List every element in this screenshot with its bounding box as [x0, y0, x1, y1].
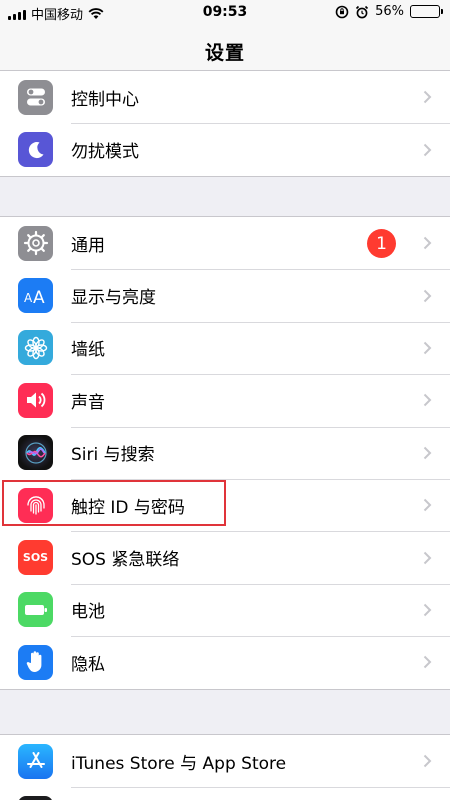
- settings-row-sounds[interactable]: 声音: [0, 374, 450, 426]
- rotation-lock-icon: [335, 5, 349, 18]
- moon-icon: [18, 132, 53, 168]
- battery-icon: [410, 5, 443, 18]
- settings-row-display-brightness[interactable]: A A 显示与亮度: [0, 269, 450, 321]
- settings-row-wallpaper[interactable]: 墙纸: [0, 321, 450, 374]
- siri-icon: [18, 435, 53, 471]
- settings-group-2: 通用 1 A A 显示与亮度 墙纸 声音 Siri 与搜索 触控 ID 与密码 …: [0, 216, 450, 690]
- settings-row-label: 触控 ID 与密码: [71, 497, 185, 518]
- chevron-right-icon: [423, 754, 432, 768]
- speaker-icon: [18, 382, 53, 418]
- svg-text:A: A: [33, 288, 45, 306]
- status-bar: 中国移动 09:53 56%: [0, 0, 450, 26]
- chevron-right-icon: [423, 551, 432, 564]
- settings-row-partial[interactable]: [0, 787, 450, 800]
- chevron-right-icon: [423, 446, 432, 459]
- settings-row-label: SOS 紧急联络: [71, 550, 180, 571]
- chevron-right-icon: [423, 603, 432, 617]
- chevron-right-icon: [423, 143, 432, 156]
- partial-app-icon: [18, 796, 53, 800]
- text-size-icon: A A: [18, 278, 53, 314]
- settings-group-1: 控制中心 勿扰模式: [0, 70, 450, 177]
- settings-row-label: 电池: [71, 602, 105, 623]
- chevron-right-icon: [423, 289, 432, 302]
- chevron-right-icon: [423, 498, 432, 512]
- battery-percent: 56%: [375, 4, 404, 19]
- chevron-right-icon: [423, 394, 432, 407]
- svg-text:A: A: [24, 291, 33, 305]
- alarm-icon: [356, 5, 369, 18]
- page-title: 设置: [204, 42, 245, 64]
- chevron-right-icon: [423, 656, 432, 669]
- settings-row-control-center[interactable]: 控制中心: [0, 71, 450, 123]
- settings-row-label: 显示与亮度: [71, 288, 156, 309]
- flower-icon: [18, 330, 53, 366]
- battery-icon: [18, 592, 53, 628]
- chevron-right-icon: [423, 236, 432, 250]
- settings-row-label: 勿扰模式: [71, 142, 139, 163]
- settings-row-label: 隐私: [71, 654, 105, 675]
- status-right: 56%: [335, 4, 443, 19]
- settings-row-label: iTunes Store 与 App Store: [71, 753, 287, 774]
- settings-row-emergency-sos[interactable]: SOS SOS 紧急联络: [0, 531, 450, 583]
- control-center-icon: [18, 79, 53, 115]
- settings-row-siri-search[interactable]: Siri 与搜索: [0, 426, 450, 479]
- fingerprint-icon: [18, 487, 53, 523]
- settings-row-label: Siri 与搜索: [71, 445, 155, 466]
- settings-row-privacy[interactable]: 隐私: [0, 636, 450, 688]
- chevron-right-icon: [423, 90, 432, 104]
- notification-badge: 1: [367, 229, 396, 259]
- gear-icon: [18, 225, 53, 261]
- settings-row-label: 控制中心: [71, 89, 139, 110]
- sos-icon: SOS: [18, 540, 53, 576]
- settings-row-label: 墙纸: [71, 340, 105, 361]
- settings-row-general[interactable]: 通用 1: [0, 217, 450, 269]
- settings-row-label: 声音: [71, 392, 105, 413]
- settings-row-itunes-app-store[interactable]: iTunes Store 与 App Store: [0, 735, 450, 787]
- settings-row-battery[interactable]: 电池: [0, 583, 450, 636]
- settings-row-touch-id-passcode[interactable]: 触控 ID 与密码: [0, 478, 450, 531]
- settings-group-3: iTunes Store 与 App Store: [0, 734, 450, 800]
- settings-row-do-not-disturb[interactable]: 勿扰模式: [0, 123, 450, 175]
- app-store-icon: [18, 743, 53, 779]
- hand-icon: [18, 644, 53, 680]
- chevron-right-icon: [423, 341, 432, 355]
